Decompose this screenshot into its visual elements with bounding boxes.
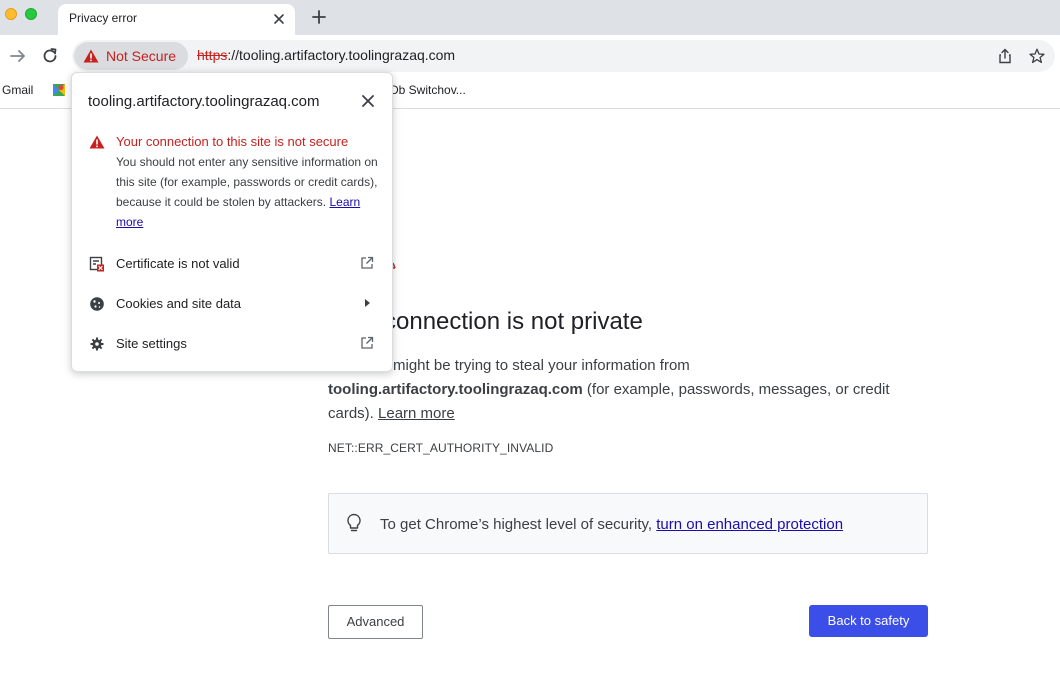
certificate-error-icon [89,256,105,272]
advanced-button[interactable]: Advanced [328,605,423,639]
plus-icon[interactable] [309,6,329,28]
page-title-container: connection is not private [393,300,693,340]
gear-icon [89,336,105,352]
not-secure-label: Not Secure [106,48,177,64]
url-scheme: https [197,47,228,63]
certificate-label: Certificate is not valid [116,256,240,271]
back-to-safety-button[interactable]: Back to safety [809,605,928,637]
minimize-window-button[interactable] [5,8,17,20]
cookies-label: Cookies and site data [116,296,242,311]
body-line-3: cards). Learn more [328,402,455,426]
reload-icon[interactable] [40,46,60,66]
enhanced-protection-box: To get Chrome’s highest level of securit… [328,493,928,554]
warning-icon [83,49,99,63]
close-icon[interactable] [271,11,287,27]
tab-title: Privacy error [69,11,138,25]
enhanced-protection-prefix: To get Chrome’s highest level of securit… [380,516,657,533]
maximize-window-button[interactable] [25,8,37,20]
body-line-1-container: might be trying to steal your informatio… [393,354,793,378]
address-bar[interactable]: Not Secure https://tooling.artifactory.t… [72,40,1055,72]
tab-strip: Privacy error [0,0,1060,35]
body-line-2: tooling.artifactory.toolingrazaq.com (fo… [328,378,890,402]
hostname: tooling.artifactory.toolingrazaq.com [328,381,583,398]
certificate-row[interactable]: Certificate is not valid [72,244,392,284]
warning-icon [89,135,105,149]
site-info-popup: tooling.artifactory.toolingrazaq.com You… [71,72,393,372]
url-text[interactable]: https://tooling.artifactory.toolingrazaq… [197,47,455,63]
close-icon[interactable] [361,94,375,108]
star-icon[interactable] [1029,48,1045,64]
bookmark-gmail[interactable]: Gmail [2,83,33,97]
body-line-3-start: cards). [328,405,379,422]
site-settings-label: Site settings [116,336,187,351]
enhanced-protection-text: To get Chrome’s highest level of securit… [380,516,843,533]
maps-icon[interactable] [52,83,66,97]
body-line-2-rest: (for example, passwords, messages, or cr… [582,381,890,398]
enhanced-protection-link[interactable]: turn on enhanced protection [656,516,843,533]
external-link-icon [360,256,374,270]
share-icon[interactable] [997,48,1013,64]
error-code: NET::ERR_CERT_AUTHORITY_INVALID [328,441,554,455]
tab-privacy-error[interactable]: Privacy error [58,4,295,35]
cookie-icon [89,296,105,312]
popup-hostname: tooling.artifactory.toolingrazaq.com [88,93,320,110]
bookmark-db-switchover[interactable]: Db Switchov... [390,83,466,97]
lightbulb-icon [345,513,363,533]
learn-more-link[interactable]: Learn more [378,405,455,422]
browser-toolbar: Not Secure https://tooling.artifactory.t… [0,35,1060,77]
arrow-right-icon[interactable] [8,46,28,66]
popup-warning-body: You should not enter any sensitive infor… [116,152,378,232]
not-secure-chip[interactable]: Not Secure [74,42,188,70]
external-link-icon [360,336,374,350]
arrow-right-icon [360,296,374,310]
body-line-1: might be trying to steal your informatio… [393,357,690,374]
site-settings-row[interactable]: Site settings [72,324,392,364]
cookies-row[interactable]: Cookies and site data [72,284,392,324]
url-host: ://tooling.artifactory.toolingrazaq.com [227,47,456,63]
page-title: connection is not private [393,308,643,335]
popup-warning-title: Your connection to this site is not secu… [116,134,349,149]
